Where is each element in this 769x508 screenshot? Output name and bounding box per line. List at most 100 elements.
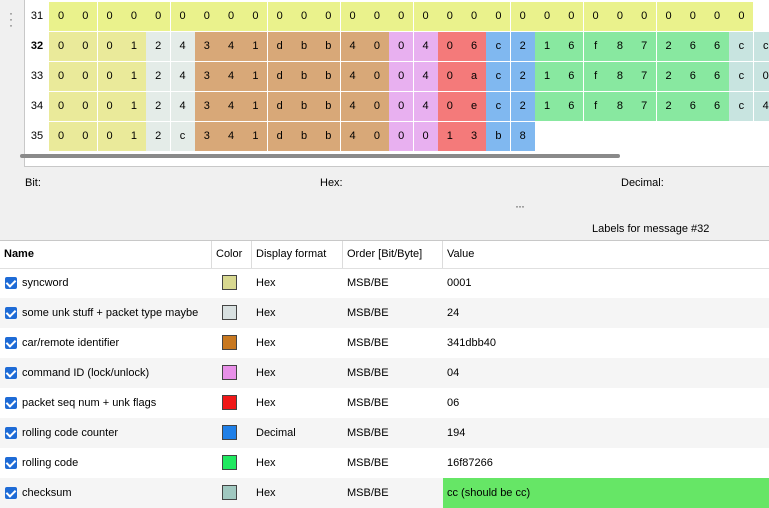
grid-cell[interactable]: 0 [219, 2, 244, 31]
grid-row[interactable]: 31 0 0 0 0 0 0 0 0 0 0 0 0 0 0 0 0 0 0 0 0 0 0 0 0 0 0 0 0 0 [25, 2, 769, 31]
grid-cell[interactable]: 0 [49, 122, 73, 151]
grid-cell[interactable]: 0 [170, 2, 195, 31]
grid-cell[interactable]: 2 [656, 62, 681, 91]
grid-cell[interactable]: 4 [340, 32, 365, 61]
grid-cell[interactable]: c [729, 92, 754, 121]
grid-cell[interactable]: c [729, 32, 754, 61]
grid-cell[interactable]: 4 [340, 122, 365, 151]
grid-cell[interactable]: 0 [49, 2, 73, 31]
grid-cell[interactable]: 3 [194, 122, 219, 151]
grid-cell[interactable]: 8 [607, 92, 632, 121]
grid-cell[interactable]: 1 [535, 32, 559, 61]
grid-cell[interactable]: 0 [364, 62, 389, 91]
visible-checkbox[interactable] [5, 367, 17, 379]
grid-cell[interactable]: 6 [559, 32, 584, 61]
table-row[interactable]: checksum Hex MSB/BE cc (should be cc) [0, 478, 769, 508]
label-name[interactable]: car/remote identifier [18, 328, 212, 358]
grid-cell[interactable]: 6 [680, 92, 705, 121]
grid-cell[interactable]: 7 [632, 92, 657, 121]
grid-cell[interactable]: 0 [437, 92, 462, 121]
grid-cell[interactable]: 0 [194, 2, 219, 31]
grid-cell[interactable]: 4 [413, 62, 438, 91]
color-swatch[interactable] [222, 275, 237, 290]
grid-cell[interactable]: 0 [632, 2, 657, 31]
grid-cell[interactable]: 0 [389, 62, 414, 91]
grid-cell[interactable]: a [462, 62, 487, 91]
grid-cell[interactable]: 0 [73, 122, 98, 151]
grid-cell[interactable]: 0 [316, 2, 341, 31]
grid-cell[interactable]: 6 [705, 62, 730, 91]
grid-cell[interactable]: b [292, 92, 316, 121]
horizontal-scrollbar[interactable] [20, 154, 620, 158]
grid-cell[interactable]: f [583, 92, 608, 121]
grid-row[interactable]: 33 0 0 0 1 2 4 3 4 1 d b b 4 0 0 4 0 a c 2 1 6 f 8 7 2 6 6 c 0 [25, 62, 769, 91]
color-swatch[interactable] [222, 395, 237, 410]
visible-checkbox[interactable] [5, 337, 17, 349]
grid-cell[interactable]: 2 [510, 62, 535, 91]
grid-cell[interactable]: 6 [705, 32, 730, 61]
grid-cell[interactable]: 2 [146, 62, 171, 91]
color-swatch[interactable] [222, 425, 237, 440]
display-format[interactable]: Decimal [252, 418, 343, 448]
grid-cell[interactable]: d [267, 32, 292, 61]
visible-checkbox[interactable] [5, 277, 17, 289]
grid-cell[interactable]: 4 [170, 62, 195, 91]
grid-cell[interactable]: 0 [705, 2, 730, 31]
label-name[interactable]: checksum [18, 478, 212, 508]
grid-cell[interactable]: 2 [146, 92, 171, 121]
order-value[interactable]: MSB/BE [343, 268, 443, 298]
color-swatch[interactable] [222, 335, 237, 350]
display-format[interactable]: Hex [252, 448, 343, 478]
grid-cell[interactable]: 3 [194, 92, 219, 121]
grid-cell[interactable]: c [753, 32, 769, 61]
grid-cell[interactable]: b [316, 92, 341, 121]
grid-cell[interactable]: c [170, 122, 195, 151]
table-row[interactable]: some unk stuff + packet type maybe Hex MSB… [0, 298, 769, 328]
grid-cell[interactable]: 6 [462, 32, 487, 61]
grid-cell[interactable]: e [462, 92, 487, 121]
grid-cell[interactable]: 2 [510, 32, 535, 61]
grid-cell[interactable]: 4 [219, 32, 244, 61]
grid-cell[interactable]: 0 [413, 122, 438, 151]
vertical-dots-handle-icon[interactable]: · · · [9, 7, 13, 31]
grid-cell[interactable]: 0 [121, 2, 146, 31]
grid-cell[interactable]: 8 [607, 62, 632, 91]
label-name[interactable]: some unk stuff + packet type maybe [18, 298, 212, 328]
grid-cell[interactable]: 4 [413, 32, 438, 61]
grid-cell[interactable]: 7 [632, 62, 657, 91]
visible-checkbox[interactable] [5, 487, 17, 499]
header-display-format[interactable]: Display format [252, 241, 343, 268]
display-format[interactable]: Hex [252, 268, 343, 298]
grid-cell[interactable]: 0 [753, 62, 769, 91]
grid-cell[interactable]: 4 [219, 122, 244, 151]
color-swatch[interactable] [222, 305, 237, 320]
grid-cell[interactable]: b [486, 122, 511, 151]
grid-cell[interactable]: 4 [340, 92, 365, 121]
grid-cell[interactable]: 4 [753, 92, 769, 121]
header-name[interactable]: Name [0, 241, 212, 268]
grid-cell[interactable]: 1 [535, 62, 559, 91]
grid-cell[interactable]: f [583, 32, 608, 61]
order-value[interactable]: MSB/BE [343, 298, 443, 328]
grid-cell[interactable]: 2 [656, 32, 681, 61]
display-format[interactable]: Hex [252, 388, 343, 418]
grid-cell[interactable]: 4 [413, 92, 438, 121]
grid-cell[interactable]: 0 [267, 2, 292, 31]
order-value[interactable]: MSB/BE [343, 418, 443, 448]
grid-cell[interactable]: 8 [607, 32, 632, 61]
grid-cell[interactable]: c [729, 62, 754, 91]
grid-cell[interactable]: b [316, 122, 341, 151]
table-row[interactable]: syncword Hex MSB/BE 0001 [0, 268, 769, 298]
grid-cell[interactable]: 0 [97, 122, 122, 151]
display-format[interactable]: Hex [252, 298, 343, 328]
grid-cell[interactable]: 0 [535, 2, 559, 31]
grid-cell[interactable]: 3 [462, 122, 487, 151]
table-row[interactable]: packet seq num + unk flags Hex MSB/BE 06 [0, 388, 769, 418]
grid-cell[interactable]: 0 [97, 32, 122, 61]
grid-cell[interactable]: 0 [510, 2, 535, 31]
grid-cell[interactable]: b [316, 32, 341, 61]
grid-cell[interactable]: 1 [243, 122, 268, 151]
grid-cell[interactable]: 2 [146, 32, 171, 61]
grid-cell[interactable]: d [267, 92, 292, 121]
label-name[interactable]: syncword [18, 268, 212, 298]
